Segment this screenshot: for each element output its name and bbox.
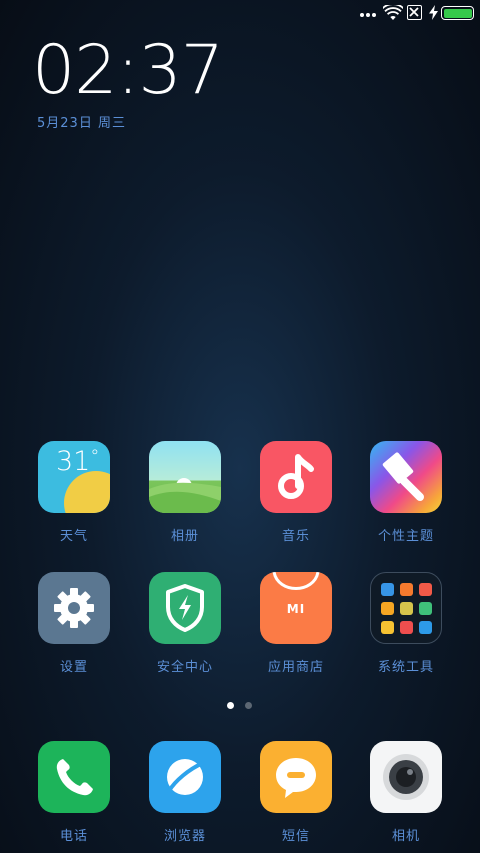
app-label: 电话 (59, 829, 88, 844)
more-dots-icon (360, 9, 378, 19)
app-label: 个性主题 (377, 529, 434, 544)
mi-logo-text: MI (286, 602, 306, 616)
status-bar (0, 0, 480, 28)
music-note-icon (260, 441, 332, 513)
lockscreen-clock[interactable]: 02:37 (32, 34, 232, 108)
no-sim-icon (407, 5, 422, 20)
shield-bolt-icon (149, 572, 221, 644)
lockscreen-date[interactable]: 5月23日 周三 (37, 112, 126, 131)
camera-icon (370, 741, 442, 813)
app-themes[interactable]: 个性主题 (356, 441, 456, 551)
page-dot-active[interactable] (227, 702, 234, 709)
battery-icon (441, 6, 474, 20)
wifi-icon (383, 5, 403, 20)
charging-icon (429, 5, 438, 20)
gear-icon (38, 572, 110, 644)
weather-temperature: 31 (56, 446, 91, 477)
app-settings[interactable]: 设置 (24, 572, 124, 682)
phone-icon (38, 741, 110, 813)
browser-icon (149, 741, 221, 813)
gallery-icon (149, 441, 221, 513)
app-music[interactable]: 音乐 (246, 441, 346, 551)
app-security-center[interactable]: 安全中心 (135, 572, 235, 682)
app-label: 天气 (59, 529, 88, 544)
app-store[interactable]: MI 应用商店 (246, 572, 346, 682)
app-label: 音乐 (281, 529, 310, 544)
dock-messages[interactable]: 短信 (246, 741, 346, 851)
app-label: 相机 (391, 829, 420, 844)
page-indicator (0, 702, 480, 710)
message-icon (260, 741, 332, 813)
app-gallery[interactable]: 相册 (135, 441, 235, 551)
app-label: 系统工具 (377, 660, 434, 675)
dock-browser[interactable]: 浏览器 (135, 741, 235, 851)
app-system-tools-folder[interactable]: 系统工具 (356, 572, 456, 682)
weather-degree-symbol: ° (90, 446, 100, 467)
app-label: 安全中心 (156, 660, 213, 675)
app-label: 浏览器 (163, 829, 206, 844)
page-dot[interactable] (245, 702, 252, 709)
app-label: 应用商店 (267, 660, 324, 675)
dock-phone[interactable]: 电话 (24, 741, 124, 851)
folder-icon (370, 572, 442, 644)
weather-icon: 31° (38, 441, 110, 513)
app-weather[interactable]: 31° 天气 (24, 441, 124, 551)
dock-camera[interactable]: 相机 (356, 741, 456, 851)
app-label: 相册 (170, 529, 199, 544)
battery-level-fill (443, 8, 472, 18)
app-label: 设置 (59, 660, 88, 675)
shopping-bag-icon: MI (260, 572, 332, 644)
paint-brush-icon (370, 441, 442, 513)
app-label: 短信 (281, 829, 310, 844)
